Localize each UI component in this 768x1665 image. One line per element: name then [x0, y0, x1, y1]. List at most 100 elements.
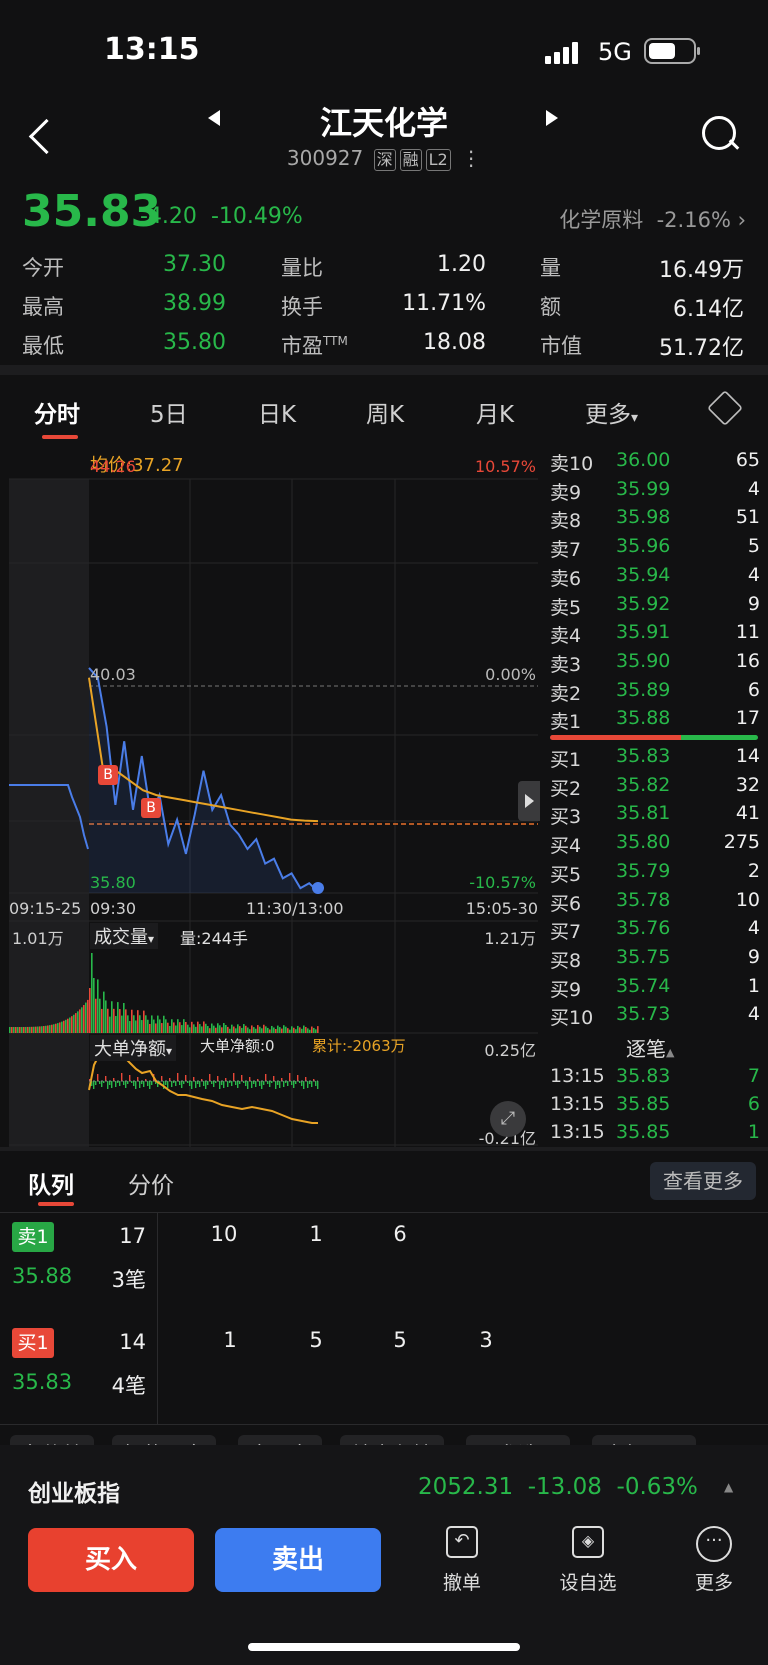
index-quote[interactable]: 2052.31 -13.08 -0.63% — [418, 1474, 698, 1500]
flow-bar — [99, 1081, 101, 1084]
orderbook-sell-row[interactable]: 卖5 35.92 9 — [550, 593, 760, 621]
expand-panel-button[interactable] — [518, 781, 540, 821]
queue-tab[interactable]: 队列 — [28, 1166, 74, 1200]
expand-chart-icon[interactable]: ⤢ — [490, 1101, 526, 1137]
flow-bar — [289, 1073, 291, 1081]
tab-5day[interactable]: 5日 — [150, 395, 188, 429]
next-stock-icon[interactable] — [546, 110, 558, 126]
volume-bar — [313, 1027, 315, 1033]
flow-bar — [317, 1081, 319, 1089]
orderbook-sell-row[interactable]: 卖9 35.99 4 — [550, 478, 760, 506]
ob-label: 卖3 — [550, 653, 582, 676]
tick-time: 13:15 — [550, 1093, 605, 1115]
volume-bar — [289, 1029, 291, 1033]
ob-label: 买5 — [550, 863, 582, 886]
sell1-count: 3笔 — [111, 1268, 146, 1292]
caret-up-icon[interactable]: ▲ — [724, 1480, 733, 1494]
flow-info: 大单净额:0 — [200, 1037, 275, 1055]
cancel-order-button[interactable]: ↶ 撤单 — [424, 1526, 500, 1595]
sector-link[interactable]: 化学原料 -2.16% › — [559, 204, 746, 234]
volume-bar — [269, 1029, 271, 1033]
flow-bar — [195, 1081, 197, 1088]
tick-volume: 7 — [747, 1065, 760, 1087]
orderbook-buy-row[interactable]: 买10 35.73 4 — [550, 1003, 760, 1031]
queue-item: 1 — [309, 1222, 323, 1246]
ob-label: 卖1 — [550, 711, 582, 734]
flow-bar — [131, 1081, 133, 1083]
orderbook-buy-row[interactable]: 买5 35.79 2 — [550, 860, 760, 888]
ob-price: 35.75 — [616, 945, 671, 968]
ob-label: 买3 — [550, 806, 582, 829]
orderbook-buy-row[interactable]: 买8 35.75 9 — [550, 946, 760, 974]
buy-button[interactable]: 买入 — [28, 1528, 194, 1592]
time-label: 09:30 — [90, 899, 137, 918]
volume-max-left: 1.01万 — [12, 929, 64, 948]
depth-bar — [550, 735, 758, 740]
tab-week-k[interactable]: 周K — [366, 395, 404, 429]
ticks-title[interactable]: 逐笔▲ — [626, 1033, 674, 1062]
more-button[interactable]: ··· 更多 — [676, 1526, 752, 1595]
orderbook-buy-row[interactable]: 买3 35.81 41 — [550, 802, 760, 830]
volume-bar — [55, 1023, 57, 1033]
add-watchlist-button[interactable]: ◈ 设自选 — [550, 1526, 626, 1595]
ob-volume: 1 — [747, 974, 760, 997]
volume-bar — [237, 1024, 239, 1033]
sell1-price: 35.88 — [12, 1264, 73, 1288]
volume-bar — [85, 1002, 87, 1033]
index-name[interactable]: 创业板指 — [28, 1474, 120, 1508]
volume-bar — [281, 1028, 283, 1033]
flow-bar — [111, 1081, 113, 1088]
orderbook-sell-row[interactable]: 卖2 35.89 6 — [550, 679, 760, 707]
tab-more[interactable]: 更多▾ — [585, 395, 638, 429]
undo-icon: ↶ — [446, 1526, 478, 1558]
view-more-button[interactable]: 查看更多 — [650, 1162, 756, 1200]
flow-bar — [247, 1081, 249, 1089]
queue-item: 1 — [223, 1328, 237, 1352]
orderbook-sell-row[interactable]: 卖3 35.90 16 — [550, 650, 760, 678]
stat-value: 6.14亿 — [673, 297, 744, 322]
tab-intraday[interactable]: 分时 — [34, 395, 80, 429]
orderbook-sell-row[interactable]: 卖1 35.88 17 — [550, 707, 760, 735]
buy1-badge: 买1 — [12, 1328, 54, 1358]
ob-volume: 32 — [735, 773, 760, 796]
search-icon[interactable] — [702, 116, 736, 150]
orderbook-sell-row[interactable]: 卖8 35.98 51 — [550, 506, 760, 534]
buy-marker[interactable]: B — [141, 798, 161, 818]
tab-month-k[interactable]: 月K — [476, 395, 514, 429]
stat-value: 11.71% — [402, 291, 486, 316]
more-dots-icon[interactable]: ⋮ — [461, 146, 481, 170]
orderbook-buy-row[interactable]: 买7 35.76 4 — [550, 917, 760, 945]
volume-bar — [307, 1028, 309, 1033]
orderbook-sell-row[interactable]: 卖4 35.91 11 — [550, 621, 760, 649]
orderbook-sell-row[interactable]: 卖6 35.94 4 — [550, 564, 760, 592]
flow-selector[interactable]: 大单净额▾ — [90, 1035, 177, 1061]
settings-icon[interactable] — [706, 389, 744, 427]
flow-bar — [95, 1081, 97, 1085]
price-split-tab[interactable]: 分价 — [128, 1166, 174, 1200]
volume-bar — [247, 1027, 249, 1033]
flow-bar — [283, 1081, 285, 1087]
caret-down-icon: ▾ — [166, 1044, 173, 1058]
flow-bar — [305, 1077, 307, 1081]
orderbook-buy-row[interactable]: 买4 35.80 275 — [550, 831, 760, 859]
flow-top-label: 0.25亿 — [484, 1041, 536, 1060]
volume-bar — [71, 1016, 73, 1033]
volume-bar — [127, 1015, 129, 1033]
ob-volume: 10 — [735, 888, 760, 911]
stat-label: 换手 — [281, 295, 323, 319]
volume-bar — [69, 1017, 71, 1033]
volume-bar — [57, 1023, 59, 1033]
orderbook-buy-row[interactable]: 买9 35.74 1 — [550, 975, 760, 1003]
orderbook-sell-row[interactable]: 卖7 35.96 5 — [550, 535, 760, 563]
orderbook-buy-row[interactable]: 买1 35.83 14 — [550, 745, 760, 773]
sell-button[interactable]: 卖出 — [215, 1528, 381, 1592]
orderbook-buy-row[interactable]: 买2 35.82 32 — [550, 774, 760, 802]
volume-selector[interactable]: 成交量▾ — [90, 923, 159, 949]
tab-day-k[interactable]: 日K — [258, 395, 296, 429]
volume-bar — [151, 1015, 153, 1033]
volume-bar — [241, 1027, 243, 1033]
orderbook-buy-row[interactable]: 买6 35.78 10 — [550, 889, 760, 917]
orderbook-sell-row[interactable]: 卖10 36.00 65 — [550, 449, 760, 477]
stat-label: 量 — [540, 256, 561, 280]
buy-marker[interactable]: B — [98, 765, 118, 785]
